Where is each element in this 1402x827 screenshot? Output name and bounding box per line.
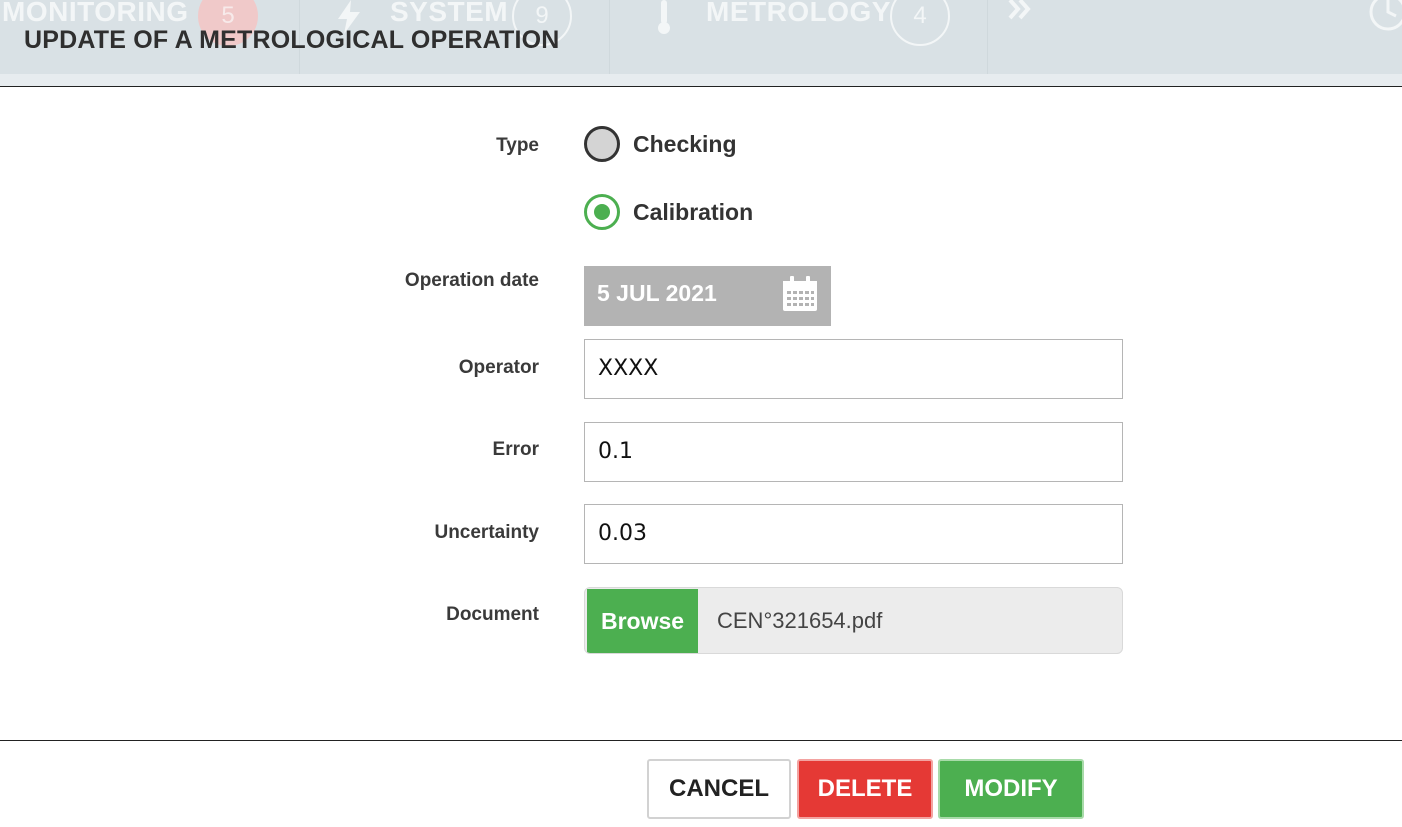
radio-label: Calibration [633,198,754,225]
error-input[interactable]: 0.1 [584,422,1123,482]
radio-circle-selected[interactable] [584,194,620,230]
type-label: Type [496,135,539,156]
browse-button[interactable]: Browse [587,589,698,653]
radio-checking[interactable]: Checking [584,126,737,162]
background-nav-metrology: METROLOGY 4 [610,0,988,74]
background-nav-more [988,0,1402,74]
document-label: Document [446,604,539,625]
operator-label: Operator [458,357,539,378]
operation-date-picker[interactable]: 5 JUL 2021 [584,266,831,326]
nav-label: METROLOGY [706,0,891,27]
cancel-button[interactable]: CANCEL [647,759,791,819]
modify-button[interactable]: MODIFY [938,759,1084,819]
nav-label: MONITORING [2,0,189,27]
uncertainty-input[interactable]: 0.03 [584,504,1123,564]
delete-button[interactable]: DELETE [797,759,933,819]
operation-date-label: Operation date [404,270,539,291]
nav-label: SYSTEM [390,0,509,27]
operation-date-value: 5 JUL 2021 [597,280,717,306]
operator-input[interactable]: XXXX [584,339,1123,399]
radio-circle[interactable] [584,126,620,162]
double-chevron-right-icon [1006,0,1036,32]
document-file-input[interactable]: Browse CEN°321654.pdf [584,587,1123,654]
dialog-header: MONITORING 5 SYSTEM 9 METROLOGY 4 UPDATE… [0,0,1402,87]
clock-icon [1368,0,1402,40]
uncertainty-label: Uncertainty [434,522,539,543]
nav-count-badge: 4 [890,0,950,46]
thermometer-icon [656,0,672,42]
dialog-title: UPDATE OF A METROLOGICAL OPERATION [24,26,560,54]
footer-divider [0,740,1402,741]
radio-label: Checking [633,130,737,157]
document-filename: CEN°321654.pdf [717,608,883,633]
error-label: Error [492,439,539,460]
radio-calibration[interactable]: Calibration [584,194,753,230]
calendar-icon[interactable] [782,276,818,312]
